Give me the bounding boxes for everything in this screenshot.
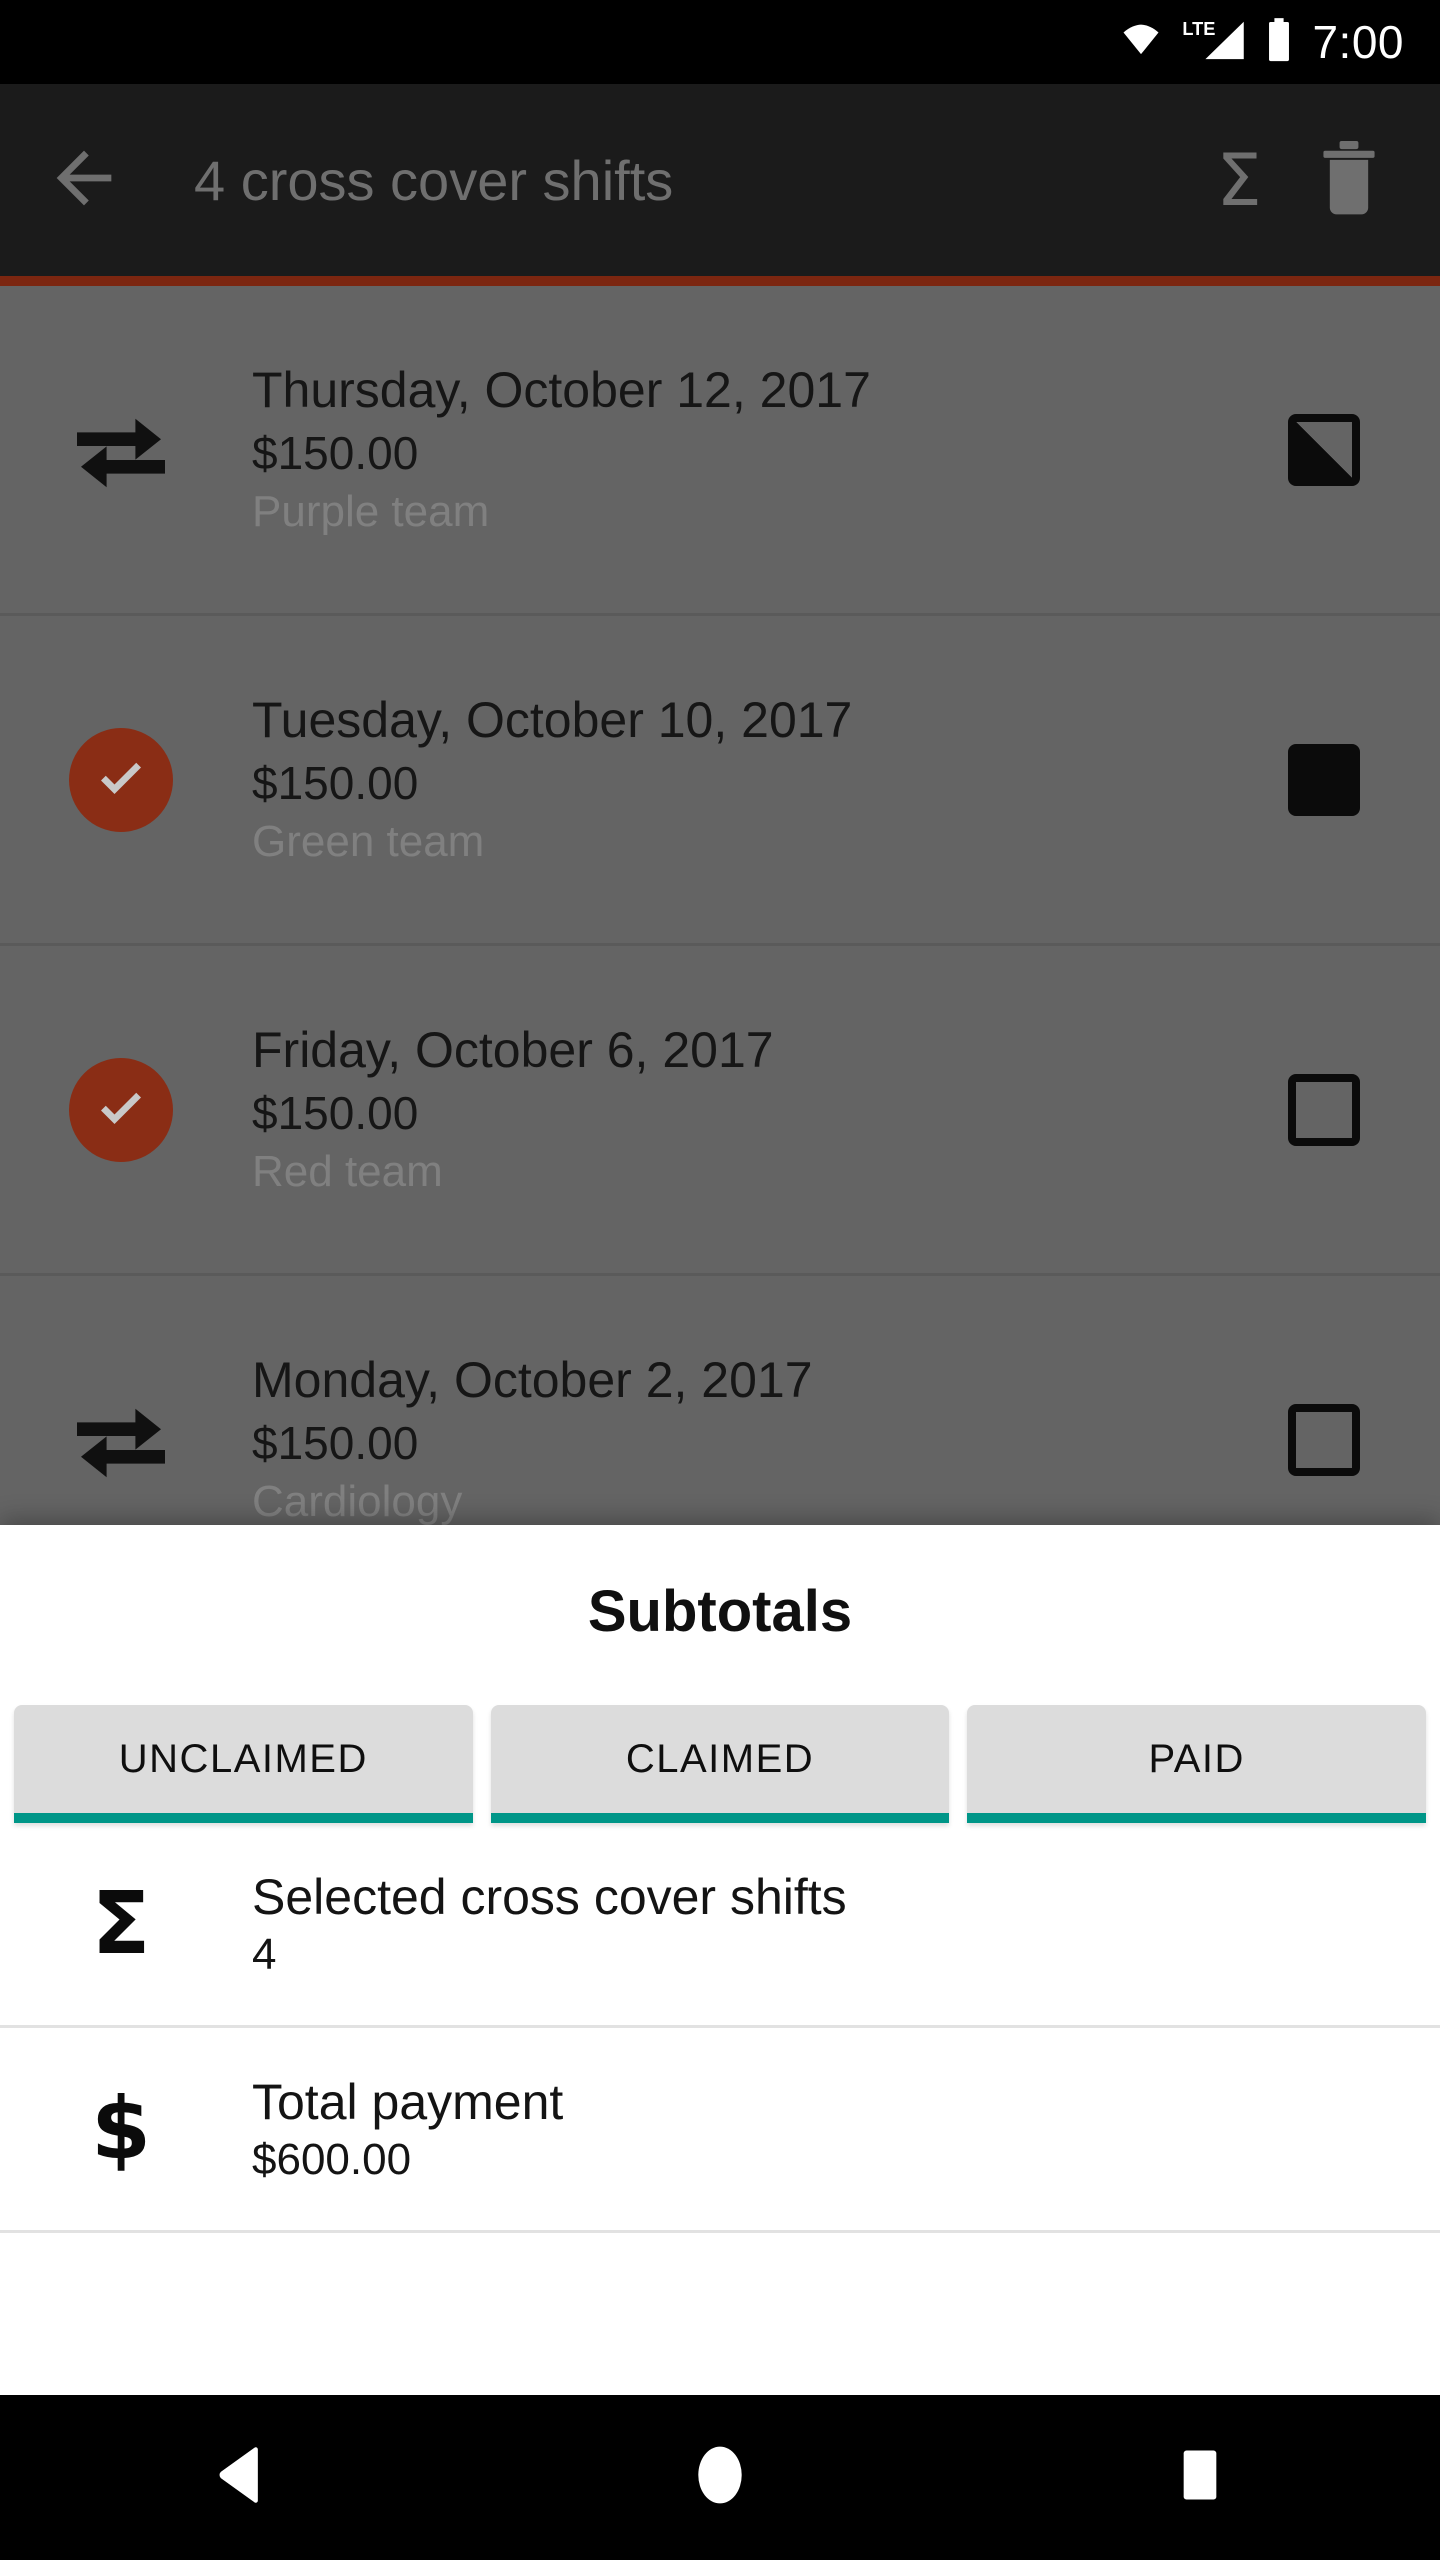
- summary-total-payment-value: $600.00: [252, 2134, 412, 2184]
- summary-selected-shifts-value: 4: [252, 1929, 277, 1979]
- delete-button[interactable]: [1294, 125, 1404, 235]
- subtotal-tabs: UNCLAIMED CLAIMED PAID: [0, 1705, 1440, 1823]
- check-circle-shape: [69, 1057, 173, 1162]
- shift-checkbox[interactable]: [1264, 413, 1384, 486]
- back-button[interactable]: [36, 132, 132, 228]
- tab-unclaimed-label: UNCLAIMED: [118, 1736, 368, 1781]
- circle-home-icon: [689, 2444, 751, 2511]
- lte-signal-icon: LTE: [1182, 17, 1248, 68]
- triangle-back-icon: [213, 2446, 267, 2509]
- wifi-icon: [1116, 20, 1166, 65]
- shift-team: Purple team: [252, 487, 490, 537]
- summary-total-payment-body: Total payment $600.00: [186, 2071, 1384, 2188]
- shift-team: Red team: [252, 1147, 443, 1197]
- page-title: 4 cross cover shifts: [194, 148, 674, 212]
- swap-arrows-icon: [56, 1398, 186, 1482]
- shift-details: Thursday, October 12, 2017 $150.00 Purpl…: [186, 360, 1264, 539]
- app-bar: 4 cross cover shifts Σ: [0, 84, 1440, 276]
- nav-home-button[interactable]: [620, 2395, 820, 2560]
- subtotals-bottom-sheet: Subtotals UNCLAIMED CLAIMED PAID Σ Selec…: [0, 1525, 1440, 2395]
- nav-back-button[interactable]: [140, 2395, 340, 2560]
- sigma-glyph: Σ: [91, 1874, 151, 1974]
- shift-details: Monday, October 2, 2017 $150.00 Cardiolo…: [186, 1350, 1264, 1525]
- shift-checkbox[interactable]: [1264, 1073, 1384, 1146]
- table-row[interactable]: Monday, October 2, 2017 $150.00 Cardiolo…: [0, 1276, 1440, 1525]
- shift-date: Thursday, October 12, 2017: [252, 362, 871, 419]
- tab-claimed-label: CLAIMED: [625, 1736, 815, 1781]
- tab-claimed[interactable]: CLAIMED: [490, 1705, 950, 1823]
- status-icon-group: LTE: [1116, 17, 1294, 68]
- checkbox-checked-icon: [1288, 743, 1360, 816]
- phone-screen: LTE 7:00 4 cross cover shifts Σ Thursday…: [0, 0, 1440, 2560]
- shift-list: Thursday, October 12, 2017 $150.00 Purpl…: [0, 286, 1440, 1525]
- summary-selected-shifts-title: Selected cross cover shifts: [252, 1868, 847, 1925]
- svg-text:LTE: LTE: [1183, 19, 1216, 39]
- table-row[interactable]: Tuesday, October 10, 2017 $150.00 Green …: [0, 616, 1440, 946]
- check-circle-shape: [69, 727, 173, 832]
- shift-checkbox[interactable]: [1264, 743, 1384, 816]
- shift-team: Cardiology: [252, 1477, 463, 1525]
- subtotals-button[interactable]: Σ: [1184, 125, 1294, 235]
- tab-paid-label: PAID: [1148, 1736, 1245, 1781]
- status-clock: 7:00: [1312, 16, 1404, 68]
- shift-amount: $150.00: [252, 1087, 419, 1140]
- tab-unclaimed[interactable]: UNCLAIMED: [14, 1705, 473, 1823]
- shift-team: Green team: [252, 817, 485, 867]
- trash-icon: [1318, 140, 1380, 220]
- shift-date: Tuesday, October 10, 2017: [252, 692, 853, 749]
- shift-amount: $150.00: [252, 757, 419, 810]
- shift-details: Tuesday, October 10, 2017 $150.00 Green …: [186, 690, 1264, 869]
- summary-row-selected-shifts: Σ Selected cross cover shifts 4: [0, 1823, 1440, 2028]
- check-circle-icon: [56, 1057, 186, 1162]
- android-nav-bar: [0, 2395, 1440, 2560]
- checkbox-unchecked-icon: [1288, 1403, 1360, 1476]
- battery-icon: [1264, 17, 1294, 68]
- shift-amount: $150.00: [252, 427, 419, 480]
- tab-paid[interactable]: PAID: [967, 1705, 1427, 1823]
- swap-arrows-icon: [56, 408, 186, 492]
- square-recents-icon: [1172, 2447, 1228, 2508]
- shift-amount: $150.00: [252, 1417, 419, 1470]
- nav-recents-button[interactable]: [1100, 2395, 1300, 2560]
- back-arrow-icon: [43, 137, 125, 224]
- accent-divider: [0, 276, 1440, 286]
- shift-checkbox[interactable]: [1264, 1403, 1384, 1476]
- shift-date: Friday, October 6, 2017: [252, 1022, 774, 1079]
- table-row[interactable]: Thursday, October 12, 2017 $150.00 Purpl…: [0, 286, 1440, 616]
- summary-total-payment-title: Total payment: [252, 2073, 564, 2130]
- summary-row-total-payment: $ Total payment $600.00: [0, 2028, 1440, 2233]
- checkbox-half-icon: [1288, 413, 1360, 486]
- status-bar: LTE 7:00: [0, 0, 1440, 84]
- dollar-glyph: $: [91, 2079, 151, 2179]
- checkbox-unchecked-icon: [1288, 1073, 1360, 1146]
- sigma-icon: Σ: [1216, 138, 1262, 222]
- table-row[interactable]: Friday, October 6, 2017 $150.00 Red team: [0, 946, 1440, 1276]
- summary-selected-shifts-body: Selected cross cover shifts 4: [186, 1866, 1384, 1983]
- sigma-icon: Σ: [56, 1881, 186, 1967]
- shift-date: Monday, October 2, 2017: [252, 1352, 813, 1409]
- sheet-title: Subtotals: [587, 1579, 853, 1644]
- dollar-icon: $: [56, 2086, 186, 2172]
- shift-details: Friday, October 6, 2017 $150.00 Red team: [186, 1020, 1264, 1199]
- check-circle-icon: [56, 727, 186, 832]
